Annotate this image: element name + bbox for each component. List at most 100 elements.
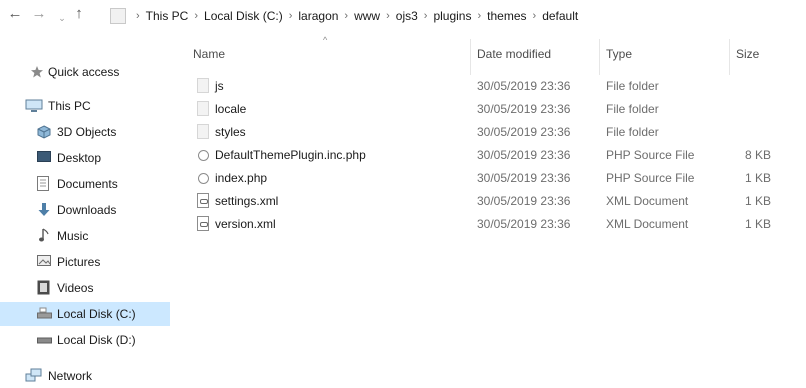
sidebar-item-local-disk-d[interactable]: Local Disk (D:): [0, 328, 170, 352]
file-type: PHP Source File: [606, 171, 695, 185]
file-size: 1 KB: [745, 194, 772, 208]
network-icon: [25, 368, 42, 382]
column-header-size[interactable]: Size: [736, 47, 759, 61]
file-date-modified: 30/05/2019 23:36: [477, 171, 571, 185]
monitor-icon: [25, 99, 43, 113]
3d-objects-icon: [37, 125, 53, 139]
music-note-icon: [38, 228, 54, 242]
navigation-pane: Quick access This PC 3D Objects Desktop …: [0, 30, 170, 385]
sidebar-item-label: Quick access: [48, 65, 120, 79]
file-date-modified: 30/05/2019 23:36: [477, 102, 571, 116]
pin-icon: [30, 65, 46, 79]
desktop-icon: [37, 151, 53, 165]
sidebar-item-desktop[interactable]: Desktop: [0, 146, 170, 170]
file-row[interactable]: js 30/05/2019 23:36 File folder: [185, 75, 806, 98]
column-header-date-modified[interactable]: Date modified: [477, 47, 551, 61]
file-row[interactable]: DefaultThemePlugin.inc.php 30/05/2019 23…: [185, 144, 806, 167]
breadcrumb-separator-icon[interactable]: ›: [533, 10, 537, 22]
breadcrumb-separator-icon[interactable]: ›: [289, 10, 293, 22]
column-header-type[interactable]: Type: [606, 47, 632, 61]
address-bar: ← → ⌄ ↑ › This PC › Local Disk (C:) › la…: [0, 0, 806, 30]
breadcrumb-item[interactable]: plugins: [433, 9, 471, 23]
drive-icon: [37, 334, 53, 348]
sidebar-item-network[interactable]: Network: [0, 364, 170, 388]
sidebar-item-label: Music: [57, 229, 89, 243]
folder-icon: [197, 124, 209, 139]
sidebar-item-label: Desktop: [57, 151, 102, 165]
file-date-modified: 30/05/2019 23:36: [477, 125, 571, 139]
file-name: js: [215, 79, 224, 93]
back-arrow-icon[interactable]: ←: [6, 6, 24, 22]
sidebar-item-local-disk-c[interactable]: Local Disk (C:): [0, 302, 170, 326]
breadcrumb-item[interactable]: themes: [487, 9, 526, 23]
file-size: 1 KB: [745, 171, 772, 185]
file-date-modified: 30/05/2019 23:36: [477, 148, 571, 162]
pictures-icon: [37, 255, 53, 269]
breadcrumb-separator-icon[interactable]: ›: [194, 10, 198, 22]
file-name: settings.xml: [215, 194, 279, 208]
file-type: File folder: [606, 79, 659, 93]
sidebar-item-label: Documents: [57, 177, 118, 191]
sidebar-item-quick-access[interactable]: Quick access: [0, 60, 170, 84]
file-row[interactable]: index.php 30/05/2019 23:36 PHP Source Fi…: [185, 167, 806, 190]
file-name: version.xml: [215, 217, 276, 231]
sidebar-item-downloads[interactable]: Downloads: [0, 198, 170, 222]
sidebar-item-label: Local Disk (C:): [57, 307, 136, 321]
breadcrumb-item-current[interactable]: default: [542, 9, 578, 23]
breadcrumb-item[interactable]: laragon: [298, 9, 338, 23]
breadcrumb-separator-icon[interactable]: ›: [424, 10, 428, 22]
column-header-row: ^ Name Date modified Type Size: [185, 35, 806, 75]
sidebar-item-label: Pictures: [57, 255, 101, 269]
videos-icon: [37, 280, 53, 295]
breadcrumb-item[interactable]: Local Disk (C:): [204, 9, 283, 23]
breadcrumb-item[interactable]: www: [354, 9, 380, 23]
documents-icon: [37, 176, 53, 191]
xml-file-icon: [197, 216, 209, 231]
recent-locations-chevron-icon[interactable]: ⌄: [53, 10, 71, 26]
file-type: PHP Source File: [606, 148, 695, 162]
breadcrumb-separator-icon[interactable]: ›: [477, 10, 481, 22]
sidebar-item-label: Downloads: [57, 203, 117, 217]
folder-icon: [197, 101, 209, 116]
sidebar-item-this-pc[interactable]: This PC: [0, 94, 170, 118]
file-name: index.php: [215, 171, 268, 185]
this-pc-small-icon: [110, 8, 126, 24]
file-date-modified: 30/05/2019 23:36: [477, 79, 571, 93]
sidebar-item-label: Network: [48, 369, 93, 383]
column-divider[interactable]: [470, 39, 471, 75]
breadcrumb-item[interactable]: This PC: [146, 9, 189, 23]
sidebar-item-pictures[interactable]: Pictures: [0, 250, 170, 274]
breadcrumb-separator-icon[interactable]: ›: [344, 10, 348, 22]
file-type: File folder: [606, 125, 659, 139]
sidebar-item-label: This PC: [48, 99, 91, 113]
column-divider[interactable]: [599, 39, 600, 75]
sidebar-item-3d-objects[interactable]: 3D Objects: [0, 120, 170, 144]
file-row[interactable]: styles 30/05/2019 23:36 File folder: [185, 121, 806, 144]
sidebar-item-label: Local Disk (D:): [57, 333, 136, 347]
php-file-icon: [198, 173, 209, 184]
up-arrow-icon[interactable]: ↑: [70, 6, 88, 22]
file-row[interactable]: version.xml 30/05/2019 23:36 XML Documen…: [185, 213, 806, 236]
column-header-name[interactable]: Name: [193, 47, 225, 61]
file-row[interactable]: settings.xml 30/05/2019 23:36 XML Docume…: [185, 190, 806, 213]
breadcrumb[interactable]: › This PC › Local Disk (C:) › laragon › …: [110, 6, 806, 26]
sidebar-item-label: Videos: [57, 281, 94, 295]
file-name: styles: [215, 125, 246, 139]
file-type: File folder: [606, 102, 659, 116]
download-arrow-icon: [37, 202, 53, 216]
sidebar-item-videos[interactable]: Videos: [0, 276, 170, 300]
breadcrumb-item[interactable]: ojs3: [396, 9, 418, 23]
sidebar-item-music[interactable]: Music: [0, 224, 170, 248]
file-date-modified: 30/05/2019 23:36: [477, 194, 571, 208]
column-divider[interactable]: [729, 39, 730, 75]
breadcrumb-separator-icon[interactable]: ›: [136, 10, 140, 22]
sort-ascending-icon: ^: [323, 35, 328, 45]
sidebar-item-label: 3D Objects: [57, 125, 117, 139]
php-file-icon: [198, 150, 209, 161]
file-type: XML Document: [606, 217, 689, 231]
sidebar-item-documents[interactable]: Documents: [0, 172, 170, 196]
breadcrumb-separator-icon[interactable]: ›: [386, 10, 390, 22]
file-row[interactable]: locale 30/05/2019 23:36 File folder: [185, 98, 806, 121]
drive-icon: [37, 307, 53, 321]
forward-arrow-icon[interactable]: →: [30, 6, 48, 22]
